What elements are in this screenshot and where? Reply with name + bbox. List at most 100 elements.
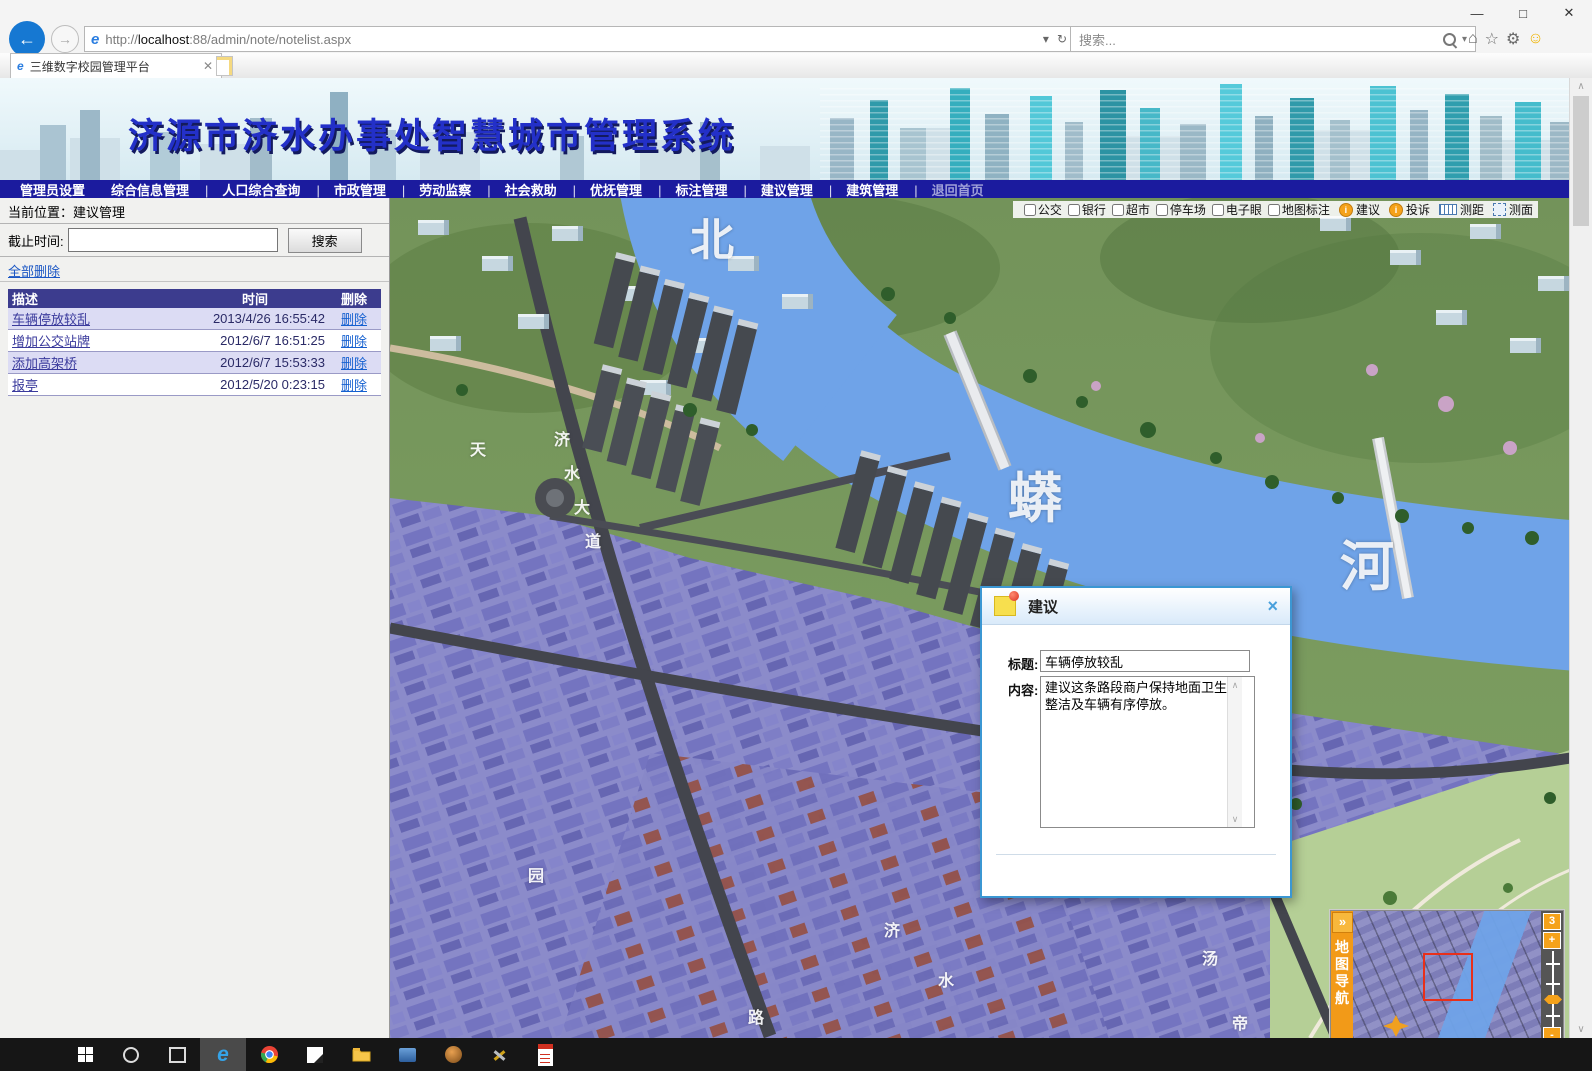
layer-checkbox-bus[interactable]: 公交 <box>1024 201 1062 218</box>
suggestion-link[interactable]: 添加高架桥 <box>12 356 77 371</box>
delete-all-link[interactable]: 全部删除 <box>8 264 60 279</box>
layer-checkbox-supermarket[interactable]: 超市 <box>1112 201 1150 218</box>
minimap-image[interactable] <box>1353 911 1541 1038</box>
search-dropdown-icon[interactable]: ▾ <box>1462 34 1467 45</box>
tab-close-icon[interactable]: ✕ <box>201 59 215 73</box>
taskbar-ie-button[interactable]: e <box>200 1038 246 1071</box>
nav-item-suggestion[interactable]: 建议管理 <box>735 180 820 199</box>
feedback-smiley-icon[interactable]: ☺ <box>1527 30 1543 48</box>
taskbar-app-round-button[interactable] <box>430 1038 476 1071</box>
nav-item-labor[interactable]: 劳动监察 <box>394 180 479 199</box>
taskbar-explorer-button[interactable] <box>338 1038 384 1071</box>
new-tab-button[interactable] <box>216 56 233 76</box>
layer-checkbox-bank[interactable]: 银行 <box>1068 201 1106 218</box>
taskbar-news-button[interactable] <box>522 1038 568 1071</box>
measure-distance-button[interactable]: 测距 <box>1439 201 1484 218</box>
zoom-slider-thumb[interactable] <box>1544 995 1562 1004</box>
layer-checkbox-annotation[interactable]: 地图标注 <box>1268 201 1330 218</box>
layer-checkbox-camera[interactable]: 电子眼 <box>1212 201 1262 218</box>
measure-area-button[interactable]: 测面 <box>1493 201 1533 218</box>
maximize-button[interactable]: □ <box>1500 0 1546 26</box>
scrollbar-down-icon[interactable]: ∨ <box>1570 1021 1592 1038</box>
delete-link[interactable]: 删除 <box>341 334 367 349</box>
nav-item-social-aid[interactable]: 社会救助 <box>479 180 564 199</box>
suggestion-link[interactable]: 增加公交站牌 <box>12 334 90 349</box>
delete-link[interactable]: 删除 <box>341 312 367 327</box>
autocomplete-dropdown-icon[interactable]: ▾ <box>1043 32 1049 46</box>
zoom-out-button[interactable]: - <box>1543 1027 1561 1038</box>
title-field-input[interactable] <box>1040 650 1250 672</box>
location-label: 当前位置： <box>8 205 73 220</box>
breadcrumb: 当前位置：建议管理 <box>0 198 389 224</box>
taskbar-app-blue-button[interactable] <box>384 1038 430 1071</box>
delete-link[interactable]: 删除 <box>341 378 367 393</box>
taskbar-chrome-button[interactable] <box>246 1038 292 1071</box>
desktop-screen: — □ ✕ ← → e http://localhost:88/admin/no… <box>0 0 1592 1071</box>
map-viewport[interactable]: 济 水 大 道 天 园 路 汤 帝 北 街 济 水 北 蟒 河 公交 银行 超市… <box>390 198 1570 1038</box>
back-button[interactable]: ← <box>9 21 45 57</box>
nav-item-annotation[interactable]: 标注管理 <box>650 180 735 199</box>
page-scrollbar[interactable]: ∧ ∨ <box>1569 78 1592 1038</box>
home-icon[interactable]: ⌂ <box>1468 30 1478 48</box>
bus-checkbox[interactable] <box>1024 204 1036 216</box>
scroll-down-icon[interactable]: ∨ <box>1228 813 1242 825</box>
layer-checkbox-parking[interactable]: 停车场 <box>1156 201 1206 218</box>
internet-explorer-icon: e <box>217 1044 229 1065</box>
deadline-input[interactable] <box>68 228 278 252</box>
delete-all-row: 全部删除 <box>0 257 389 282</box>
nav-item-admin[interactable]: 管理员设置 <box>12 180 93 199</box>
delete-link[interactable]: 删除 <box>341 356 367 371</box>
forward-button[interactable]: → <box>51 25 79 53</box>
nav-item-back-home[interactable]: 退回首页 <box>906 180 991 199</box>
minimap-pan-compass[interactable] <box>1383 1015 1409 1037</box>
nav-item-info[interactable]: 综合信息管理 <box>103 180 197 199</box>
search-icon[interactable] <box>1443 33 1456 46</box>
url-host: localhost <box>138 32 189 47</box>
camera-checkbox[interactable] <box>1212 204 1224 216</box>
textarea-scrollbar[interactable]: ∧ ∨ <box>1227 677 1242 827</box>
complaint-tool-button[interactable]: 投诉 <box>1389 201 1430 218</box>
zoom-in-button[interactable]: + <box>1543 932 1561 949</box>
nav-item-building[interactable]: 建筑管理 <box>821 180 906 199</box>
settings-gear-icon[interactable]: ⚙ <box>1506 29 1520 49</box>
address-bar[interactable]: e http://localhost:88/admin/note/notelis… <box>84 26 1074 52</box>
minimize-button[interactable]: — <box>1454 0 1500 26</box>
supermarket-checkbox[interactable] <box>1112 204 1124 216</box>
nav-item-population[interactable]: 人口综合查询 <box>197 180 308 199</box>
url-protocol: http:// <box>105 32 138 47</box>
task-view-button[interactable] <box>154 1038 200 1071</box>
suggest-tool-button[interactable]: 建议 <box>1339 201 1380 218</box>
zoom-tick <box>1546 963 1560 965</box>
dialog-close-icon[interactable]: × <box>1267 596 1278 617</box>
taskbar-notepad-button[interactable] <box>292 1038 338 1071</box>
suggestion-link[interactable]: 车辆停放较乱 <box>12 312 90 327</box>
search-box[interactable]: 搜索... ▾ <box>1070 26 1476 52</box>
browser-tab[interactable]: e 三维数字校园管理平台 ✕ <box>10 53 222 78</box>
minimap-expand-icon[interactable]: » <box>1332 912 1353 933</box>
scrollbar-up-icon[interactable]: ∧ <box>1570 78 1592 95</box>
scrollbar-thumb[interactable] <box>1573 96 1589 226</box>
ie-page-icon: e <box>91 31 99 48</box>
refresh-icon[interactable]: ↻ <box>1057 32 1067 46</box>
panel-search-button[interactable]: 搜索 <box>288 228 362 253</box>
bank-checkbox[interactable] <box>1068 204 1080 216</box>
favorites-star-icon[interactable]: ☆ <box>1485 29 1499 49</box>
dialog-header[interactable]: 建议 × <box>982 588 1290 625</box>
scroll-up-icon[interactable]: ∧ <box>1228 679 1242 691</box>
map-layer-toolbar: 公交 银行 超市 停车场 电子眼 地图标注 建议 投诉 测距 测面 <box>1013 201 1538 218</box>
content-field-textarea[interactable]: 建议这条路段商户保持地面卫生整洁及车辆有序停放。 <box>1040 676 1255 828</box>
minimap-zoom-control: 3 + - <box>1541 911 1563 1038</box>
taskbar-tools-button[interactable] <box>476 1038 522 1071</box>
suggestion-link[interactable]: 报亭 <box>12 378 38 393</box>
nav-item-veterans[interactable]: 优抚管理 <box>565 180 650 199</box>
close-button[interactable]: ✕ <box>1546 0 1592 26</box>
nav-item-municipal[interactable]: 市政管理 <box>308 180 393 199</box>
cortana-search-button[interactable] <box>108 1038 154 1071</box>
table-row: 添加高架桥 2012/6/7 15:53:33 删除 <box>8 352 381 374</box>
minimap-viewport-rect[interactable] <box>1423 953 1473 1001</box>
start-button[interactable] <box>62 1038 108 1071</box>
annotation-checkbox[interactable] <box>1268 204 1280 216</box>
address-bar-icons: ▾ ↻ <box>1043 32 1067 46</box>
parking-checkbox[interactable] <box>1156 204 1168 216</box>
minimap-nav-label: 地图导航 <box>1331 939 1353 1007</box>
